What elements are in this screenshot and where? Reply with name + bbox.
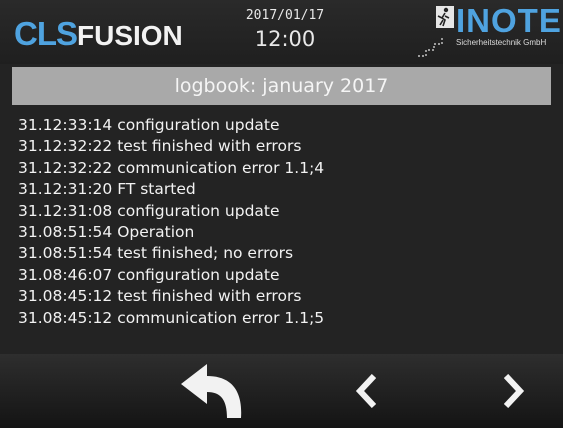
- log-entry: 31.08:45:12 communication error 1.1;5: [18, 308, 325, 327]
- brand-fusion-text: FUSION: [77, 20, 183, 51]
- emergency-exit-icon: [418, 6, 454, 57]
- log-entry: 31.12:32:22 test finished with errors: [18, 137, 302, 156]
- log-entry: 31.08:45:12 test finished with errors: [18, 287, 302, 306]
- inotec-name: INOTEC: [456, 2, 563, 39]
- back-button[interactable]: [150, 354, 280, 428]
- date-text: 2017/01/17: [245, 8, 325, 23]
- return-arrow-icon: [181, 364, 242, 418]
- previous-page-button[interactable]: [320, 354, 410, 428]
- bottom-navigation: [0, 354, 563, 428]
- datetime-display: 2017/01/17 12:00: [230, 8, 340, 52]
- log-entry: 31.08:51:54 Operation: [18, 223, 195, 242]
- chevron-right-icon: [504, 374, 525, 408]
- header-bar: CLSFUSION 2017/01/17 12:00 INOTEC Sicher…: [0, 0, 563, 64]
- log-entry: 31.12:31:20 FT started: [18, 180, 196, 199]
- cls-fusion-logo: CLSFUSION: [14, 16, 183, 54]
- log-entry: 31.12:33:14 configuration update: [18, 116, 280, 134]
- device-screen: CLSFUSION 2017/01/17 12:00 INOTEC Sicher…: [0, 0, 563, 428]
- logbook-list: 31.12:33:14 configuration update 31.12:3…: [18, 115, 548, 329]
- log-entry: 31.08:51:54 test finished; no errors: [18, 244, 294, 263]
- log-entry: 31.08:46:07 configuration update: [18, 265, 280, 284]
- next-page-button[interactable]: [470, 354, 560, 428]
- chevron-left-icon: [355, 374, 376, 408]
- log-entry: 31.12:31:08 configuration update: [18, 201, 280, 220]
- page-title: logbook: january 2017: [12, 67, 551, 105]
- log-entry: 31.12:32:22 communication error 1.1;4: [18, 158, 325, 177]
- inotec-tagline: Sicherheitstechnik GmbH: [456, 38, 547, 47]
- time-text: 12:00: [254, 27, 316, 51]
- brand-cls-text: CLS: [14, 15, 78, 52]
- inotec-logo: INOTEC Sicherheitstechnik GmbH: [416, 2, 563, 60]
